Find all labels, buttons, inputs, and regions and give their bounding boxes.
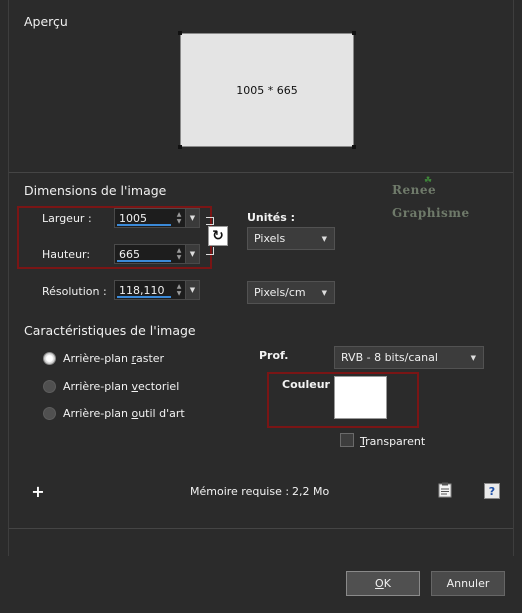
transparent-label[interactable]: Transparent	[360, 435, 425, 448]
depth-label: Prof.	[259, 349, 289, 362]
height-dropdown-arrow[interactable]: ▼	[185, 245, 199, 263]
width-input[interactable]: 1005 ▲ ▼ ▼	[114, 208, 200, 228]
preview-handle-tr	[352, 31, 356, 35]
resolution-dropdown-arrow[interactable]: ▼	[185, 281, 199, 299]
link-bracket-top	[206, 217, 214, 225]
units-label: Unités :	[247, 211, 296, 224]
cancel-button[interactable]: Annuler	[431, 571, 505, 596]
preview-size-label: 1005 * 665	[236, 83, 298, 97]
preview-title: Aperçu	[24, 14, 68, 29]
memory-label: Mémoire requise :	[190, 485, 290, 498]
link-icon[interactable]: ↻	[208, 226, 228, 246]
dimensions-title: Dimensions de l'image	[24, 183, 167, 198]
height-spin-arrows[interactable]: ▲ ▼	[173, 245, 185, 263]
resolution-label: Résolution :	[42, 285, 107, 298]
width-label: Largeur :	[42, 212, 92, 225]
units-dropdown[interactable]: Pixels ▼	[247, 227, 335, 250]
height-input[interactable]: 665 ▲ ▼ ▼	[114, 244, 200, 264]
preview-handle-tl	[178, 31, 182, 35]
resolution-spin-arrows[interactable]: ▲ ▼	[173, 281, 185, 299]
radio-vector-label[interactable]: Arrière-plan vectoriel	[63, 380, 179, 393]
help-icon[interactable]: ?	[484, 483, 500, 499]
preview-canvas: 1005 * 665	[180, 33, 354, 147]
section-divider	[9, 172, 513, 173]
units-value: Pixels	[254, 232, 286, 245]
memory-value: 2,2 Mo	[292, 485, 330, 498]
plus-icon[interactable]: +	[30, 482, 46, 501]
link-bracket-bottom	[206, 247, 214, 255]
chevron-down-icon: ▼	[321, 288, 327, 297]
characteristics-title: Caractéristiques de l'image	[24, 323, 196, 338]
radio-art-tool-label[interactable]: Arrière-plan outil d'art	[63, 407, 185, 420]
watermark-line2: Graphisme	[392, 206, 470, 220]
width-dropdown-arrow[interactable]: ▼	[185, 209, 199, 227]
preview-handle-br	[352, 145, 356, 149]
radio-art-tool[interactable]	[43, 407, 56, 420]
resolution-input[interactable]: 118,110 ▲ ▼ ▼	[114, 280, 200, 300]
resolution-unit-dropdown[interactable]: Pixels/cm ▼	[247, 281, 335, 304]
chevron-down-icon: ▼	[470, 353, 476, 362]
clipboard-icon[interactable]	[437, 482, 453, 498]
leaf-icon: ☘	[424, 176, 433, 186]
width-spin-arrows[interactable]: ▲ ▼	[173, 209, 185, 227]
radio-raster-label[interactable]: Arrière-plan raster	[63, 352, 164, 365]
ok-button[interactable]: OK	[346, 571, 420, 596]
color-label: Couleur :	[282, 378, 339, 391]
color-swatch[interactable]	[334, 376, 387, 419]
depth-dropdown[interactable]: RVB - 8 bits/canal ▼	[334, 346, 484, 369]
footer-divider	[9, 528, 513, 529]
height-label: Hauteur:	[42, 248, 91, 261]
preview-handle-bl	[178, 145, 182, 149]
resolution-unit-value: Pixels/cm	[254, 286, 306, 299]
depth-value: RVB - 8 bits/canal	[341, 351, 438, 364]
radio-raster[interactable]	[43, 352, 56, 365]
transparent-checkbox[interactable]	[340, 433, 354, 447]
chevron-down-icon: ▼	[321, 234, 327, 243]
radio-vector[interactable]	[43, 380, 56, 393]
